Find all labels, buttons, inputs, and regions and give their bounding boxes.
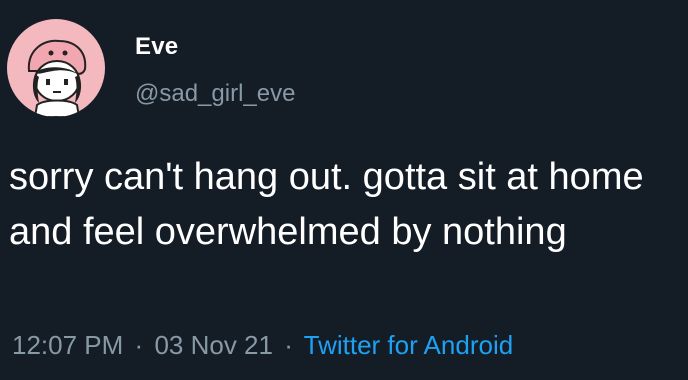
tweet-date[interactable]: 03 Nov 21 [154, 330, 273, 360]
tweet-text: sorry can't hang out. gotta sit at home … [9, 156, 644, 253]
cartoon-girl-avatar-icon [27, 39, 87, 117]
user-handle[interactable]: @sad_girl_eve [135, 80, 295, 108]
separator-dot: · [284, 330, 293, 360]
separator-dot: · [134, 330, 144, 360]
avatar[interactable] [7, 19, 105, 117]
tweet-time[interactable]: 12:07 PM [12, 330, 123, 360]
tweet-source-link[interactable]: Twitter for Android [304, 330, 514, 360]
tweet-card: Eve @sad_girl_eve sorry can't hang out. … [0, 0, 688, 380]
tweet-metadata: 12:07 PM · 03 Nov 21 · Twitter for Andro… [12, 330, 513, 361]
display-name[interactable]: Eve [135, 33, 178, 61]
